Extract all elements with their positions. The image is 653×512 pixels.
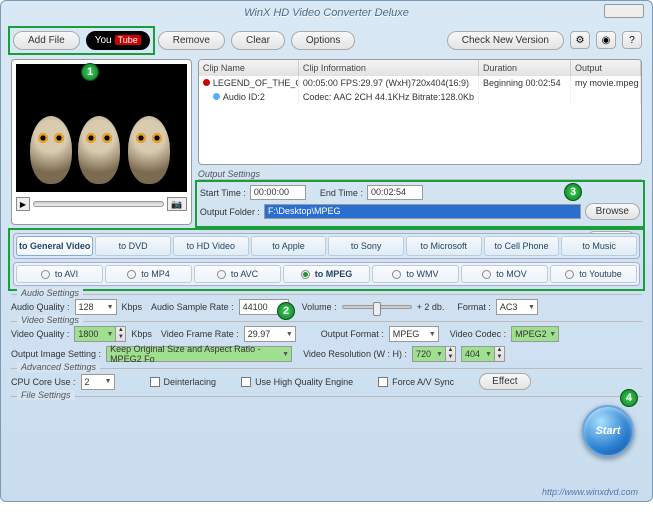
subtab-mp4[interactable]: to MP4 bbox=[105, 265, 192, 283]
youtube-button[interactable]: YouTube bbox=[86, 31, 150, 50]
format-subtabs: to AVI to MP4 to AVC to MPEG to WMV to M… bbox=[13, 262, 640, 286]
force-av-checkbox[interactable] bbox=[378, 377, 388, 387]
col-clipinfo: Clip Information bbox=[299, 60, 479, 76]
deinterlacing-checkbox[interactable] bbox=[150, 377, 160, 387]
seek-slider[interactable] bbox=[33, 201, 164, 207]
clear-button[interactable]: Clear bbox=[231, 31, 285, 50]
subtab-wmv[interactable]: to WMV bbox=[372, 265, 459, 283]
advanced-section-label: Advanced Settings bbox=[17, 362, 100, 372]
titlebar: WinX HD Video Converter Deluxe bbox=[1, 1, 652, 25]
video-quality-spinner[interactable]: ▲▼ bbox=[116, 326, 126, 342]
audio-quality-label: Audio Quality : bbox=[11, 302, 70, 312]
clip-list: Clip Name Clip Information Duration Outp… bbox=[198, 59, 642, 165]
video-preview[interactable] bbox=[16, 64, 187, 192]
audio-icon bbox=[213, 93, 220, 100]
start-time-label: Start Time : bbox=[200, 188, 246, 198]
end-time-label: End Time : bbox=[320, 188, 363, 198]
app-window: WinX HD Video Converter Deluxe Add File … bbox=[0, 0, 653, 502]
volume-value: + 2 db. bbox=[417, 302, 445, 312]
tab-cellphone[interactable]: to Cell Phone bbox=[484, 236, 560, 256]
end-time-field[interactable]: 00:02:54 bbox=[367, 185, 423, 200]
video-section-label: Video Settings bbox=[17, 315, 83, 325]
start-time-field[interactable]: 00:00:00 bbox=[250, 185, 306, 200]
col-clipname: Clip Name bbox=[199, 60, 299, 76]
subtab-mpeg[interactable]: to MPEG bbox=[283, 265, 370, 283]
codec-label: Video Codec : bbox=[450, 329, 506, 339]
tab-sony[interactable]: to Sony bbox=[328, 236, 404, 256]
format-tabs: to General Video to DVD to HD Video to A… bbox=[13, 233, 640, 259]
video-quality-label: Video Quality : bbox=[11, 329, 69, 339]
subtab-avi[interactable]: to AVI bbox=[16, 265, 103, 283]
remove-button[interactable]: Remove bbox=[158, 31, 225, 50]
audio-format-select[interactable]: AC3 bbox=[496, 299, 538, 315]
start-button[interactable]: Start bbox=[582, 405, 634, 457]
youtube-you: You bbox=[95, 35, 112, 46]
add-file-button[interactable]: Add File bbox=[13, 31, 80, 50]
volume-slider[interactable] bbox=[342, 305, 412, 309]
volume-label: Volume : bbox=[302, 302, 337, 312]
video-quality-select[interactable]: 1800 bbox=[74, 326, 116, 342]
image-setting-label: Output Image Setting : bbox=[11, 349, 101, 359]
frame-rate-select[interactable]: 29.97 bbox=[244, 326, 296, 342]
tab-general-video[interactable]: to General Video bbox=[16, 236, 93, 256]
hq-engine-checkbox[interactable] bbox=[241, 377, 251, 387]
marker-1: 1 bbox=[81, 63, 99, 81]
camera-icon[interactable]: 📷 bbox=[167, 197, 187, 211]
resolution-label: Video Resolution (W : H) : bbox=[303, 349, 407, 359]
res-width-spinner[interactable]: ▲▼ bbox=[446, 346, 456, 362]
toolbar: Add File YouTube Remove Clear Options Ch… bbox=[1, 25, 652, 55]
video-icon bbox=[203, 79, 210, 86]
play-button[interactable]: ▶ bbox=[16, 197, 30, 211]
output-folder-label: Output Folder : bbox=[200, 207, 260, 217]
output-format-label: Output Format : bbox=[321, 329, 384, 339]
codec-select[interactable]: MPEG2 bbox=[511, 326, 559, 342]
youtube-tube: Tube bbox=[115, 35, 141, 45]
cpu-core-label: CPU Core Use : bbox=[11, 377, 76, 387]
check-version-button[interactable]: Check New Version bbox=[447, 31, 564, 50]
help-icon[interactable]: ? bbox=[622, 31, 642, 49]
clip-row[interactable]: LEGEND_OF_THE_GL 00:05:00 FPS:29.97 (WxH… bbox=[199, 76, 641, 90]
output-format-select[interactable]: MPEG bbox=[389, 326, 439, 342]
tab-microsoft[interactable]: to Microsoft bbox=[406, 236, 482, 256]
clip-row[interactable]: Audio ID:2 Codec: AAC 2CH 44.1KHz Bitrat… bbox=[199, 90, 641, 104]
options-button[interactable]: Options bbox=[291, 31, 355, 50]
window-controls[interactable] bbox=[604, 4, 644, 18]
col-output: Output bbox=[571, 60, 641, 76]
marker-2: 2 bbox=[277, 302, 295, 320]
app-title: WinX HD Video Converter Deluxe bbox=[244, 7, 409, 19]
footer-url: http://www.winxdvd.com bbox=[542, 487, 638, 497]
clip-header: Clip Name Clip Information Duration Outp… bbox=[199, 60, 641, 76]
browse-button[interactable]: Browse bbox=[585, 203, 640, 220]
settings-icon[interactable]: ⚙ bbox=[570, 31, 590, 49]
audio-format-label: Format : bbox=[457, 302, 491, 312]
file-section-label: File Settings bbox=[17, 390, 75, 400]
output-section-label: Output Settings bbox=[198, 169, 642, 180]
tab-hd-video[interactable]: to HD Video bbox=[173, 236, 249, 256]
frame-rate-label: Video Frame Rate : bbox=[161, 329, 239, 339]
res-height-field[interactable]: 404 bbox=[461, 346, 495, 362]
tab-apple[interactable]: to Apple bbox=[251, 236, 327, 256]
col-duration: Duration bbox=[479, 60, 571, 76]
output-folder-field[interactable]: F:\Desktop\MPEG bbox=[264, 204, 581, 219]
marker-3: 3 bbox=[564, 183, 582, 201]
snapshot-icon[interactable]: ◉ bbox=[596, 31, 616, 49]
res-width-field[interactable]: 720 bbox=[412, 346, 446, 362]
preview-panel: ▶ 📷 bbox=[11, 59, 192, 225]
subtab-youtube[interactable]: to Youtube bbox=[550, 265, 637, 283]
tab-dvd[interactable]: to DVD bbox=[95, 236, 171, 256]
audio-section-label: Audio Settings bbox=[17, 288, 83, 298]
sample-rate-label: Audio Sample Rate : bbox=[151, 302, 234, 312]
tab-music[interactable]: to Music bbox=[561, 236, 637, 256]
subtab-mov[interactable]: to MOV bbox=[461, 265, 548, 283]
cpu-core-select[interactable]: 2 bbox=[81, 374, 115, 390]
res-height-spinner[interactable]: ▲▼ bbox=[495, 346, 505, 362]
effect-button[interactable]: Effect bbox=[479, 373, 530, 390]
image-setting-select[interactable]: Keep Original Size and Aspect Ratio - MP… bbox=[106, 346, 292, 362]
marker-4: 4 bbox=[620, 389, 638, 407]
audio-quality-select[interactable]: 128 bbox=[75, 299, 117, 315]
subtab-avc[interactable]: to AVC bbox=[194, 265, 281, 283]
